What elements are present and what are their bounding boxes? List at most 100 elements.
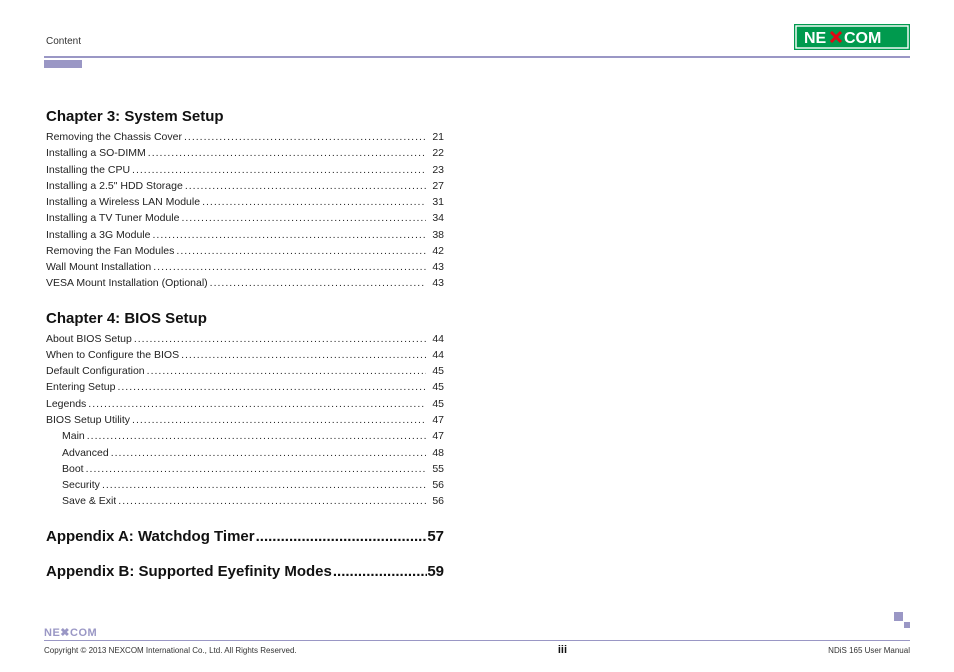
dot-leader — [145, 363, 426, 379]
dot-leader — [84, 461, 426, 477]
toc-entry: Save & Exit 56 — [46, 493, 444, 509]
toc-label: BIOS Setup Utility — [46, 412, 130, 428]
toc-entry: Default Configuration 45 — [46, 363, 444, 379]
toc-label: Wall Mount Installation — [46, 259, 151, 275]
page-number: 48 — [426, 445, 444, 461]
dot-leader — [151, 259, 426, 275]
header-divider — [44, 56, 910, 58]
brand-logo: NE COM — [794, 24, 910, 50]
toc-label: Installing a SO-DIMM — [46, 145, 146, 161]
toc-label: Main — [46, 428, 85, 444]
page-number: 44 — [426, 347, 444, 363]
page-number: 31 — [426, 194, 444, 210]
toc-entry: Installing a Wireless LAN Module 31 — [46, 194, 444, 210]
page-number: 45 — [426, 363, 444, 379]
dot-leader — [255, 528, 428, 545]
page-number: 43 — [426, 275, 444, 291]
toc-entry: About BIOS Setup 44 — [46, 331, 444, 347]
toc-entry: Installing a TV Tuner Module 34 — [46, 210, 444, 226]
toc-entry: Removing the Fan Modules 42 — [46, 243, 444, 259]
page-footer: NE✖COM Copyright © 2013 NEXCOM Internati… — [44, 626, 910, 656]
toc-label: Installing a Wireless LAN Module — [46, 194, 200, 210]
chapter-heading: Chapter 4: BIOS Setup — [46, 310, 444, 327]
toc-entry: When to Configure the BIOS 44 — [46, 347, 444, 363]
table-of-contents: Chapter 3: System Setup Removing the Cha… — [44, 108, 444, 580]
toc-label: Installing the CPU — [46, 162, 130, 178]
toc-entry: Installing a SO-DIMM 22 — [46, 145, 444, 161]
dot-leader — [115, 379, 426, 395]
page-number: 56 — [426, 477, 444, 493]
page-number: 44 — [426, 331, 444, 347]
page-number: 45 — [426, 379, 444, 395]
page-number: 27 — [426, 178, 444, 194]
footer-corner-icon — [894, 612, 910, 633]
chapter-4-items: About BIOS Setup44When to Configure the … — [46, 331, 444, 510]
appendix-label: Appendix A: Watchdog Timer — [46, 528, 255, 545]
toc-entry: VESA Mount Installation (Optional) 43 — [46, 275, 444, 291]
manual-name: NDiS 165 User Manual — [828, 646, 910, 655]
page-number: 47 — [426, 412, 444, 428]
page-number: 22 — [426, 145, 444, 161]
page-number: 42 — [426, 243, 444, 259]
svg-text:COM: COM — [844, 30, 881, 47]
page-number-label: iii — [558, 644, 567, 656]
header-tab-marker — [44, 60, 82, 68]
toc-label: Advanced — [46, 445, 109, 461]
toc-entry: Entering Setup 45 — [46, 379, 444, 395]
chapter-3-items: Removing the Chassis Cover21Installing a… — [46, 129, 444, 292]
toc-entry: Security 56 — [46, 477, 444, 493]
toc-label: Removing the Chassis Cover — [46, 129, 182, 145]
toc-label: Security — [46, 477, 100, 493]
appendix-entry: Appendix A: Watchdog Timer 57 — [46, 528, 444, 545]
toc-entry: Main 47 — [46, 428, 444, 444]
header-section-label: Content — [44, 36, 81, 50]
dot-leader — [174, 243, 426, 259]
toc-entry: Installing the CPU 23 — [46, 162, 444, 178]
page-number: 56 — [426, 493, 444, 509]
toc-label: VESA Mount Installation (Optional) — [46, 275, 208, 291]
page-number: 34 — [426, 210, 444, 226]
dot-leader — [182, 129, 426, 145]
toc-entry: Installing a 3G Module38 — [46, 227, 444, 243]
page-number: 59 — [427, 563, 444, 580]
page-number: 23 — [426, 162, 444, 178]
dot-leader — [86, 396, 426, 412]
toc-label: Removing the Fan Modules — [46, 243, 174, 259]
chapter-heading: Chapter 3: System Setup — [46, 108, 444, 125]
toc-label: Installing a 2.5" HDD Storage — [46, 178, 183, 194]
svg-text:NE: NE — [804, 30, 827, 47]
dot-leader — [200, 194, 426, 210]
toc-label: Installing a TV Tuner Module — [46, 210, 179, 226]
toc-label: Default Configuration — [46, 363, 145, 379]
toc-label: About BIOS Setup — [46, 331, 132, 347]
toc-entry: BIOS Setup Utility 47 — [46, 412, 444, 428]
copyright-text: Copyright © 2013 NEXCOM International Co… — [44, 646, 297, 655]
page-number: 47 — [426, 428, 444, 444]
appendix-entry: Appendix B: Supported Eyefinity Modes 59 — [46, 563, 444, 580]
toc-label: Entering Setup — [46, 379, 115, 395]
page-number: 43 — [426, 259, 444, 275]
dot-leader — [130, 162, 426, 178]
appendix-label: Appendix B: Supported Eyefinity Modes — [46, 563, 332, 580]
dot-leader — [150, 227, 426, 243]
dot-leader — [146, 145, 426, 161]
page-number: 55 — [426, 461, 444, 477]
page-header: Content NE COM — [44, 24, 910, 50]
dot-leader — [116, 493, 426, 509]
dot-leader — [132, 331, 426, 347]
toc-label: Save & Exit — [46, 493, 116, 509]
dot-leader — [183, 178, 426, 194]
toc-entry: Wall Mount Installation 43 — [46, 259, 444, 275]
toc-label: Installing a 3G Module — [46, 227, 150, 243]
toc-label: Legends — [46, 396, 86, 412]
dot-leader — [179, 210, 426, 226]
toc-label: When to Configure the BIOS — [46, 347, 179, 363]
dot-leader — [208, 275, 426, 291]
page-number: 45 — [426, 396, 444, 412]
toc-entry: Advanced 48 — [46, 445, 444, 461]
footer-divider — [44, 640, 910, 641]
page-number: 21 — [426, 129, 444, 145]
dot-leader — [130, 412, 426, 428]
dot-leader — [109, 445, 426, 461]
toc-entry: Installing a 2.5" HDD Storage 27 — [46, 178, 444, 194]
